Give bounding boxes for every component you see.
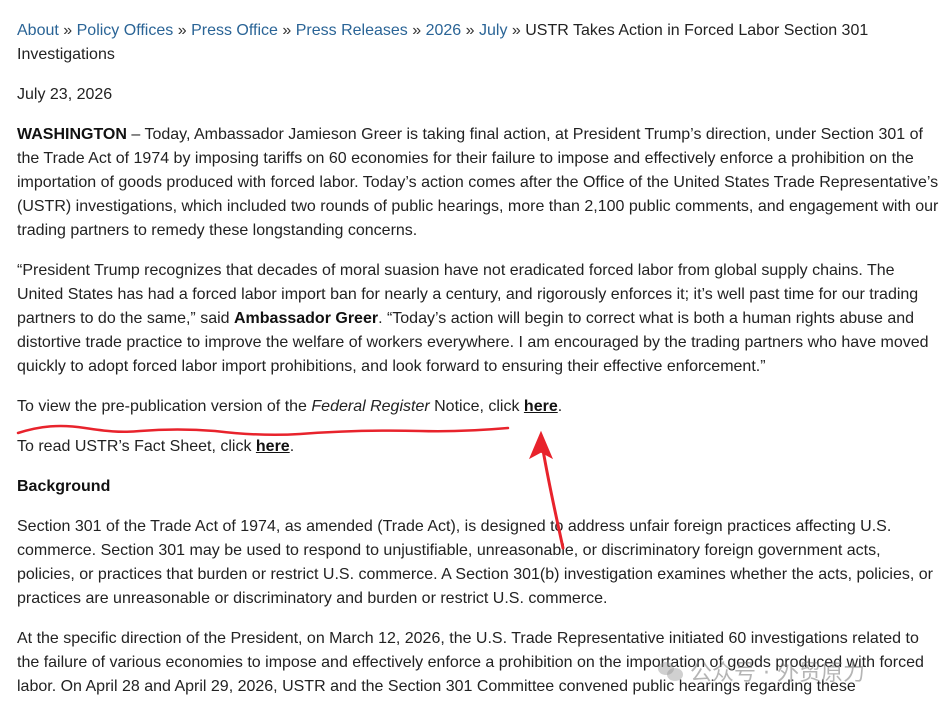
paragraph-intro: WASHINGTON – Today, Ambassador Jamieson … [17,123,939,243]
factsheet-suffix: . [289,438,295,455]
breadcrumb-month-link[interactable]: July [479,22,507,39]
paragraph-investigations: At the specific direction of the Preside… [17,627,939,699]
breadcrumb-press-releases-link[interactable]: Press Releases [296,22,408,39]
notice-middle: Notice, click [429,398,524,415]
breadcrumb-year-link[interactable]: 2026 [426,22,462,39]
notice-prefix: To view the pre-publication version of t… [17,398,312,415]
notice-suffix: . [557,398,563,415]
breadcrumb-separator: » [511,22,521,39]
federal-register-notice-line: To view the pre-publication version of t… [17,395,939,419]
factsheet-prefix: To read USTR’s Fact Sheet, click [17,438,256,455]
breadcrumb-policy-offices-link[interactable]: Policy Offices [77,22,174,39]
fact-sheet-line: To read USTR’s Fact Sheet, click here. [17,435,939,459]
paragraph-background-text: Section 301 of the Trade Act of 1974, as… [17,518,933,607]
breadcrumb-separator: » [412,22,422,39]
press-release-page: About » Policy Offices » Press Office » … [17,19,939,715]
breadcrumb-separator: » [63,22,73,39]
notice-italic: Federal Register [311,398,430,415]
release-date-text: July 23, 2026 [17,86,113,103]
breadcrumb-about-link[interactable]: About [17,22,59,39]
paragraph-background: Section 301 of the Trade Act of 1974, as… [17,515,939,611]
federal-register-notice-link[interactable]: here [524,398,558,415]
breadcrumb-separator: » [282,22,292,39]
breadcrumb-separator: » [177,22,187,39]
speaker-name: Ambassador Greer [234,310,379,327]
paragraph-quote: “President Trump recognizes that decades… [17,259,939,379]
breadcrumb-separator: » [465,22,475,39]
paragraph-intro-text: – Today, Ambassador Jamieson Greer is ta… [17,126,939,239]
breadcrumb-press-office-link[interactable]: Press Office [191,22,278,39]
breadcrumb: About » Policy Offices » Press Office » … [17,19,939,67]
background-heading: Background [17,475,939,499]
release-date: July 23, 2026 [17,83,939,107]
fact-sheet-link[interactable]: here [256,438,290,455]
background-heading-text: Background [17,478,111,495]
paragraph-investigations-text: At the specific direction of the Preside… [17,630,924,695]
dateline: WASHINGTON [17,126,127,143]
